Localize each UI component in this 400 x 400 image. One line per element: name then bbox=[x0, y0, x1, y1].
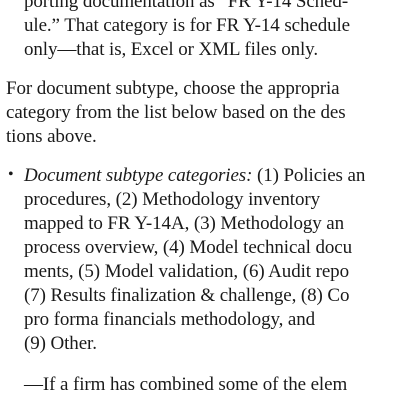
bullet-line: Document subtype categories: (1) Policie… bbox=[24, 164, 365, 188]
paragraph-line: category from the list below based on th… bbox=[6, 102, 346, 123]
bullet-line: pro forma financials methodology, and bbox=[24, 309, 316, 330]
bullet-line: mapped to FR Y-14A, (3) Methodology an bbox=[24, 213, 345, 234]
bullet-line: (9) Other. bbox=[24, 333, 97, 354]
subtype-categories-heading: Document subtype categories: bbox=[24, 165, 253, 186]
bullet-marker: • bbox=[8, 166, 14, 183]
paragraph-line: porting documentation as “FR Y-14 Sched- bbox=[24, 0, 349, 12]
bullet-line: process overview, (4) Model technical do… bbox=[24, 237, 353, 258]
paragraph-line: For document subtype, choose the appropr… bbox=[6, 78, 340, 99]
paragraph-line: tions above. bbox=[6, 126, 97, 147]
paragraph-line: ule.” That category is for FR Y-14 sched… bbox=[24, 15, 351, 36]
document-page: porting documentation as “FR Y-14 Sched-… bbox=[0, 0, 400, 400]
paragraph-line: only—that is, Excel or XML files only. bbox=[24, 39, 318, 60]
bullet-line-rest: (1) Policies an bbox=[252, 165, 366, 186]
paragraph-line: —If a firm has combined some of the elem bbox=[24, 374, 348, 395]
bullet-line: procedures, (2) Methodology inventory bbox=[24, 189, 321, 210]
bullet-line: (7) Results finalization & challenge, (8… bbox=[24, 285, 350, 306]
bullet-line: ments, (5) Model validation, (6) Audit r… bbox=[24, 261, 349, 282]
